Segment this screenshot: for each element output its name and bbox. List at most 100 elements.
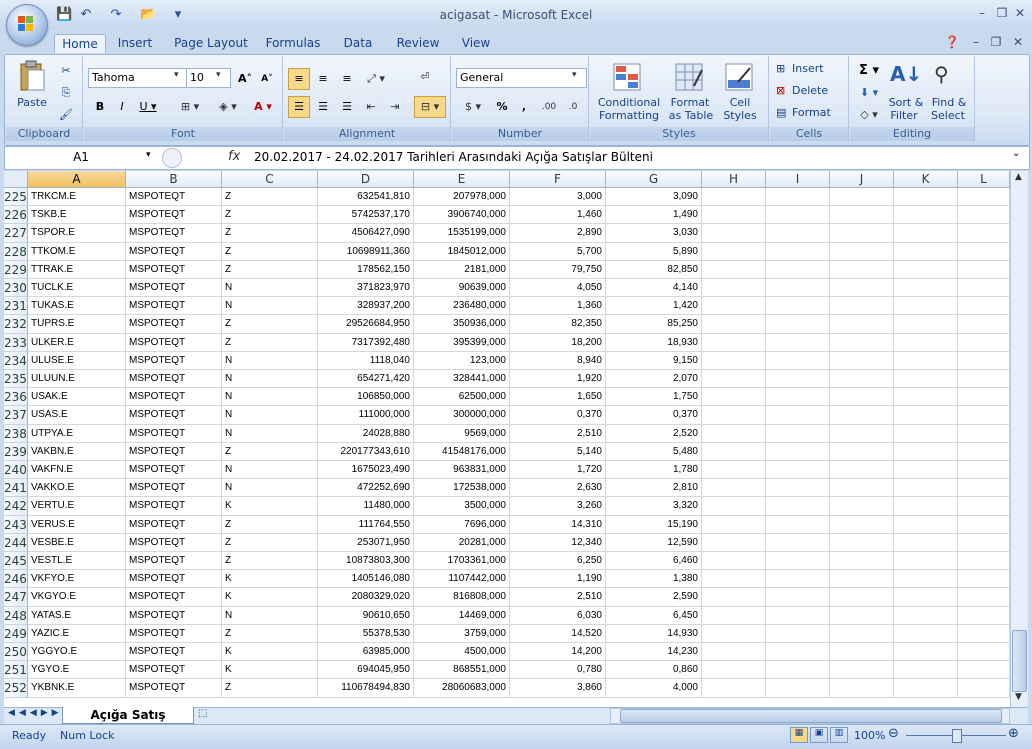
- table-cell[interactable]: VAKBN.E: [28, 442, 126, 461]
- table-cell[interactable]: [894, 370, 958, 389]
- find-binoculars-icon[interactable]: ⚲: [934, 62, 964, 92]
- table-cell[interactable]: MSPOTEQT: [126, 424, 222, 443]
- table-cell[interactable]: 41548176,000: [414, 442, 510, 461]
- table-cell[interactable]: 28060683,000: [414, 679, 510, 698]
- table-cell[interactable]: [830, 242, 894, 261]
- bold-button[interactable]: B: [90, 96, 110, 118]
- table-cell[interactable]: 395399,000: [414, 333, 510, 352]
- table-cell[interactable]: Z: [222, 333, 318, 352]
- row-header[interactable]: 249: [4, 624, 28, 643]
- table-cell[interactable]: 1,380: [606, 570, 702, 589]
- table-cell[interactable]: [702, 406, 766, 425]
- table-cell[interactable]: N: [222, 606, 318, 625]
- table-cell[interactable]: K: [222, 643, 318, 662]
- borders-icon[interactable]: ⊞ ▾: [172, 96, 208, 118]
- table-cell[interactable]: [766, 588, 830, 607]
- table-cell[interactable]: [766, 224, 830, 243]
- table-cell[interactable]: [830, 661, 894, 680]
- autosum-icon[interactable]: Σ ▾: [856, 60, 882, 82]
- table-cell[interactable]: [894, 533, 958, 552]
- conditional-formatting-icon[interactable]: [612, 62, 642, 92]
- table-cell[interactable]: [894, 643, 958, 662]
- table-cell[interactable]: MSPOTEQT: [126, 224, 222, 243]
- font-size-select[interactable]: 10: [186, 68, 231, 88]
- table-cell[interactable]: 1107442,000: [414, 570, 510, 589]
- table-cell[interactable]: 62500,000: [414, 388, 510, 407]
- table-cell[interactable]: [958, 188, 1010, 207]
- table-cell[interactable]: Z: [222, 188, 318, 207]
- shrink-font-icon[interactable]: A˅: [256, 68, 278, 90]
- table-cell[interactable]: [702, 224, 766, 243]
- table-cell[interactable]: 2,810: [606, 479, 702, 498]
- increase-decimal-icon[interactable]: .00: [538, 96, 560, 118]
- paste-label[interactable]: Paste: [10, 96, 54, 109]
- table-cell[interactable]: [958, 552, 1010, 571]
- table-cell[interactable]: 3,860: [510, 679, 606, 698]
- format-as-table-icon[interactable]: [674, 62, 704, 92]
- table-cell[interactable]: Z: [222, 624, 318, 643]
- tab-view[interactable]: View: [456, 34, 496, 52]
- format-as-table-label-1[interactable]: Format: [666, 96, 714, 109]
- table-cell[interactable]: 14469,000: [414, 606, 510, 625]
- table-cell[interactable]: [830, 333, 894, 352]
- table-cell[interactable]: Z: [222, 206, 318, 225]
- table-cell[interactable]: [766, 279, 830, 298]
- normal-view-icon[interactable]: ▦: [790, 727, 808, 743]
- table-cell[interactable]: TUKAS.E: [28, 297, 126, 316]
- select-all-corner[interactable]: [4, 171, 28, 188]
- table-cell[interactable]: 12,590: [606, 533, 702, 552]
- table-cell[interactable]: [894, 242, 958, 261]
- table-cell[interactable]: 14,520: [510, 624, 606, 643]
- table-cell[interactable]: [766, 424, 830, 443]
- row-header[interactable]: 242: [4, 497, 28, 516]
- row-header[interactable]: 247: [4, 588, 28, 607]
- table-cell[interactable]: 472252,690: [318, 479, 414, 498]
- table-cell[interactable]: [766, 315, 830, 334]
- table-cell[interactable]: [958, 406, 1010, 425]
- table-cell[interactable]: 85,250: [606, 315, 702, 334]
- table-cell[interactable]: [702, 552, 766, 571]
- table-cell[interactable]: [766, 370, 830, 389]
- accounting-format-icon[interactable]: $ ▾: [456, 96, 490, 118]
- table-cell[interactable]: 3500,000: [414, 497, 510, 516]
- table-cell[interactable]: 4500,000: [414, 643, 510, 662]
- table-cell[interactable]: MSPOTEQT: [126, 624, 222, 643]
- fill-icon[interactable]: ⬇ ▾: [856, 82, 882, 104]
- table-cell[interactable]: [958, 442, 1010, 461]
- table-cell[interactable]: [766, 479, 830, 498]
- row-header[interactable]: 243: [4, 515, 28, 534]
- table-cell[interactable]: [702, 188, 766, 207]
- table-cell[interactable]: VAKFN.E: [28, 461, 126, 480]
- table-cell[interactable]: MSPOTEQT: [126, 315, 222, 334]
- zoom-in-icon[interactable]: ⊕: [1008, 726, 1019, 741]
- delete-cells-label[interactable]: Delete: [792, 84, 828, 97]
- table-cell[interactable]: [830, 315, 894, 334]
- table-cell[interactable]: [766, 242, 830, 261]
- table-cell[interactable]: N: [222, 424, 318, 443]
- row-header[interactable]: 228: [4, 242, 28, 261]
- table-cell[interactable]: [958, 479, 1010, 498]
- table-cell[interactable]: 90610,650: [318, 606, 414, 625]
- minimize-icon[interactable]: –: [974, 5, 990, 21]
- table-cell[interactable]: 111000,000: [318, 406, 414, 425]
- table-cell[interactable]: Z: [222, 260, 318, 279]
- page-break-view-icon[interactable]: ▥: [830, 727, 848, 743]
- align-right-icon[interactable]: ☰: [336, 96, 358, 118]
- table-cell[interactable]: 1,750: [606, 388, 702, 407]
- table-cell[interactable]: 2,590: [606, 588, 702, 607]
- conditional-formatting-label-1[interactable]: Conditional: [594, 96, 664, 109]
- table-cell[interactable]: [894, 351, 958, 370]
- table-cell[interactable]: [894, 606, 958, 625]
- table-cell[interactable]: 236480,000: [414, 297, 510, 316]
- table-cell[interactable]: TSKB.E: [28, 206, 126, 225]
- table-cell[interactable]: 1405146,080: [318, 570, 414, 589]
- row-header[interactable]: 252: [4, 679, 28, 698]
- table-cell[interactable]: USAS.E: [28, 406, 126, 425]
- table-cell[interactable]: 207978,000: [414, 188, 510, 207]
- table-cell[interactable]: [894, 333, 958, 352]
- table-cell[interactable]: [766, 406, 830, 425]
- find-select-label-2[interactable]: Select: [928, 109, 968, 122]
- table-cell[interactable]: 90639,000: [414, 279, 510, 298]
- table-cell[interactable]: [702, 333, 766, 352]
- table-cell[interactable]: 371823,970: [318, 279, 414, 298]
